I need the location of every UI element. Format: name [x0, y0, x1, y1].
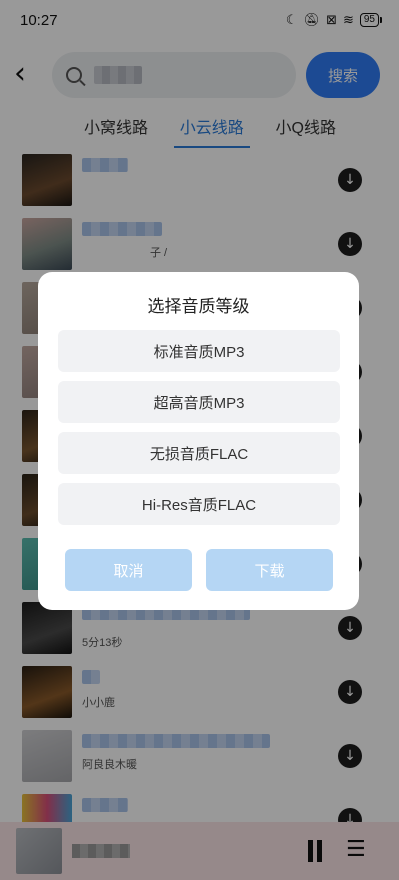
- app-screen: 10:27 ☾ 🔕︎ ⊠ ≋ 95 ‹ ▒▒▒▒ 搜索 小窝线路 小云线路 小Q…: [0, 0, 399, 880]
- download-confirm-button[interactable]: 下载: [206, 549, 333, 591]
- option-hires-flac[interactable]: Hi-Res音质FLAC: [58, 483, 340, 525]
- option-standard-mp3[interactable]: 标准音质MP3: [58, 330, 340, 372]
- dialog-title: 选择音质等级: [147, 297, 250, 316]
- cancel-button[interactable]: 取消: [65, 549, 192, 591]
- option-lossless-flac[interactable]: 无损音质FLAC: [58, 432, 340, 474]
- quality-dialog: 选择音质等级 标准音质MP3 超高音质MP3 无损音质FLAC Hi-Res音质…: [38, 272, 359, 610]
- option-high-mp3[interactable]: 超高音质MP3: [58, 381, 340, 423]
